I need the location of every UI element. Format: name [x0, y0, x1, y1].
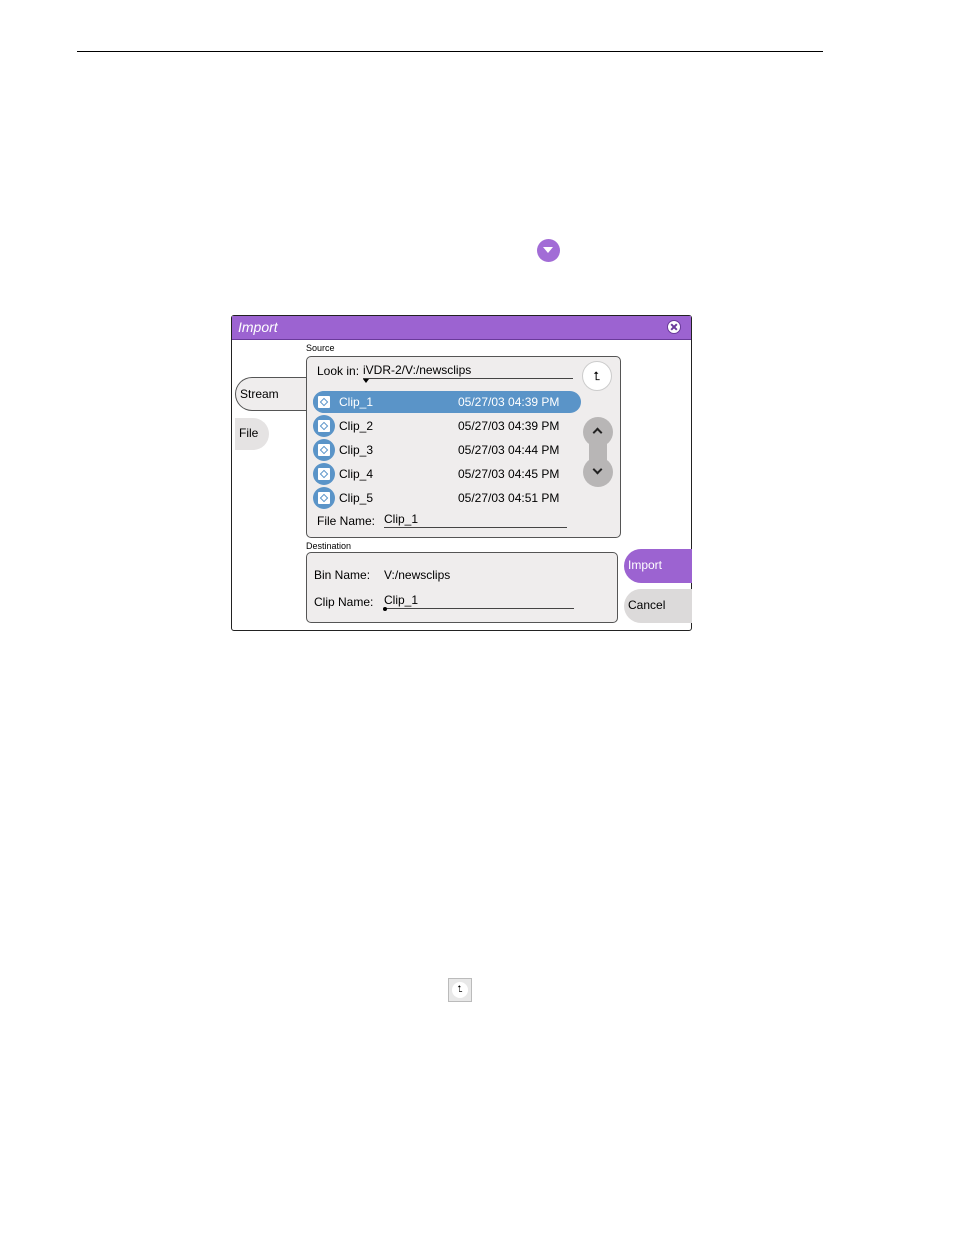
- file-name-label: File Name:: [317, 514, 376, 528]
- up-folder-icon: ⮤: [448, 978, 472, 1002]
- clip-name-field[interactable]: Clip_1: [384, 593, 574, 609]
- close-icon[interactable]: [667, 320, 681, 334]
- clip-icon: [313, 487, 335, 509]
- clip-icon: [313, 463, 335, 485]
- clip-icon: [313, 439, 335, 461]
- clip-name: Clip_4: [339, 467, 374, 481]
- text-cursor: [383, 607, 387, 611]
- clip-name: Clip_2: [339, 419, 374, 433]
- clip-icon: [313, 415, 335, 437]
- list-item[interactable]: Clip_2 05/27/03 04:39 PM: [313, 415, 581, 437]
- bin-name-value: V:/newsclips: [384, 568, 451, 582]
- list-item[interactable]: Clip_5 05/27/03 04:51 PM: [313, 487, 581, 509]
- chevron-up-icon: [592, 427, 603, 438]
- bin-name-label: Bin Name:: [314, 568, 371, 582]
- scroll-control: [583, 417, 613, 487]
- up-folder-icon: ⮤: [593, 369, 601, 383]
- clip-date: 05/27/03 04:39 PM: [458, 395, 560, 409]
- source-section-label: Source: [306, 343, 335, 353]
- dropdown-arrow-icon: [537, 239, 560, 262]
- tab-file[interactable]: File: [235, 418, 269, 450]
- scroll-up-button[interactable]: [583, 417, 613, 447]
- dialog-titlebar: Import: [232, 316, 691, 340]
- up-folder-glyph: ⮤: [452, 982, 468, 998]
- list-item[interactable]: Clip_4 05/27/03 04:45 PM: [313, 463, 581, 485]
- chevron-down-icon: [592, 464, 603, 475]
- destination-section-label: Destination: [306, 541, 352, 551]
- dialog-title: Import: [238, 319, 278, 335]
- tab-stream[interactable]: Stream: [235, 377, 307, 411]
- destination-panel: Bin Name: V:/newsclips Clip Name: Clip_1: [306, 552, 618, 623]
- file-name-field[interactable]: Clip_1: [384, 512, 567, 528]
- source-panel: Look in: iVDR-2/V:/newsclips ⮤ Clip_1 05…: [306, 356, 621, 538]
- clip-list: Clip_1 05/27/03 04:39 PM Clip_2 05/27/03…: [313, 391, 581, 511]
- import-dialog: Import Source Stream File Look in: iVDR-…: [231, 315, 692, 631]
- look-in-dropdown[interactable]: iVDR-2/V:/newsclips: [363, 363, 573, 379]
- clip-name-label: Clip Name:: [314, 595, 374, 609]
- look-in-caret-icon[interactable]: [363, 379, 369, 383]
- clip-date: 05/27/03 04:39 PM: [458, 419, 560, 433]
- look-in-label: Look in:: [317, 364, 360, 378]
- page-header-rule: [77, 51, 823, 52]
- clip-name: Clip_1: [339, 395, 374, 409]
- clip-icon: [313, 391, 335, 413]
- clip-name: Clip_3: [339, 443, 374, 457]
- list-item[interactable]: Clip_1 05/27/03 04:39 PM: [313, 391, 581, 413]
- clip-date: 05/27/03 04:45 PM: [458, 467, 560, 481]
- clip-date: 05/27/03 04:44 PM: [458, 443, 560, 457]
- scroll-down-button[interactable]: [583, 457, 613, 487]
- list-item[interactable]: Clip_3 05/27/03 04:44 PM: [313, 439, 581, 461]
- up-folder-button[interactable]: ⮤: [582, 361, 612, 391]
- cancel-button[interactable]: Cancel: [624, 589, 692, 623]
- clip-name: Clip_5: [339, 491, 374, 505]
- clip-date: 05/27/03 04:51 PM: [458, 491, 560, 505]
- import-button[interactable]: Import: [624, 549, 692, 583]
